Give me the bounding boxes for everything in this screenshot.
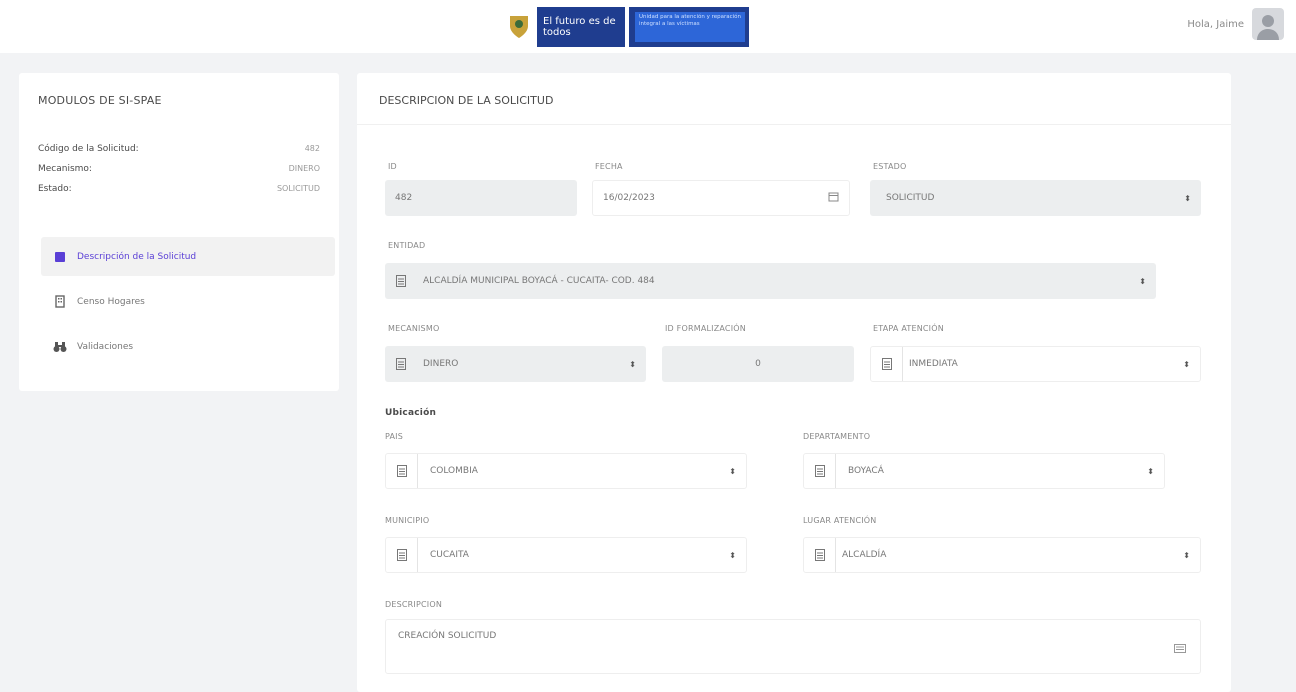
info-estado: Estado: SOLICITUD	[38, 184, 320, 194]
info-value: DINERO	[288, 164, 320, 173]
entidad-label: ENTIDAD	[388, 241, 426, 250]
fecha-value: 16/02/2023	[603, 193, 655, 203]
sidebar-item-label: Censo Hogares	[77, 296, 145, 307]
etapa-atencion-label: ETAPA ATENCIÓN	[873, 324, 944, 333]
file-icon	[53, 250, 67, 264]
chevron-updown-icon: ⬍	[1183, 359, 1190, 369]
descripcion-value: CREACIÓN SOLICITUD	[398, 631, 497, 641]
logo-brand-text: El futuro es de todos	[543, 16, 616, 38]
logo-separator	[625, 7, 629, 47]
info-value: 482	[304, 144, 320, 153]
id-formalizacion-value: 0	[755, 359, 761, 369]
fecha-label: FECHA	[595, 162, 623, 171]
lugar-atencion-label: LUGAR ATENCIÓN	[803, 516, 877, 525]
coat-of-arms-icon	[501, 7, 537, 47]
ubicacion-heading: Ubicación	[385, 408, 437, 418]
avatar[interactable]	[1252, 8, 1284, 40]
municipio-value: CUCAITA	[430, 550, 469, 560]
list-icon	[386, 538, 418, 572]
chevron-updown-icon: ⬍	[1183, 550, 1190, 560]
list-icon	[804, 538, 836, 572]
keyboard-icon	[1174, 644, 1186, 656]
binoculars-icon	[53, 340, 67, 354]
info-label: Mecanismo:	[38, 164, 92, 174]
municipio-select[interactable]: CUCAITA ⬍	[385, 537, 747, 573]
sidebar-item-descripcion[interactable]: Descripción de la Solicitud	[41, 237, 335, 276]
building-icon	[53, 295, 67, 309]
pais-value: COLOMBIA	[430, 466, 478, 476]
sidebar-item-censo-hogares[interactable]: Censo Hogares	[41, 282, 335, 321]
mecanismo-value: DINERO	[423, 359, 459, 369]
departamento-value: BOYACÁ	[848, 466, 884, 476]
lugar-atencion-value: ALCALDÍA	[842, 550, 887, 560]
id-formalizacion-label: ID FORMALIZACIÓN	[665, 324, 746, 333]
info-value: SOLICITUD	[276, 184, 320, 193]
estado-label: ESTADO	[873, 162, 907, 171]
modules-sidebar: MODULOS DE SI-SPAE Código de la Solicitu…	[19, 73, 339, 391]
chevron-updown-icon: ⬍	[1147, 466, 1154, 476]
sidebar-item-label: Descripción de la Solicitud	[77, 251, 197, 262]
top-bar: El futuro es de todos Unidad para la ate…	[0, 0, 1296, 53]
sidebar-title: MODULOS DE SI-SPAE	[38, 94, 162, 107]
id-value: 482	[395, 193, 413, 203]
descripcion-label: DESCRIPCION	[385, 600, 443, 609]
descripcion-textarea[interactable]: CREACIÓN SOLICITUD	[385, 619, 1201, 674]
id-formalizacion-field[interactable]: 0	[662, 346, 854, 382]
list-icon	[385, 346, 417, 382]
mecanismo-select[interactable]: DINERO ⬍	[385, 346, 646, 382]
pais-label: PAIS	[385, 432, 404, 441]
government-logo: El futuro es de todos Unidad para la ate…	[501, 7, 749, 47]
estado-value: SOLICITUD	[886, 193, 935, 203]
estado-select[interactable]: SOLICITUD ⬍	[870, 180, 1201, 216]
info-label: Estado:	[38, 184, 72, 194]
entidad-value: ALCALDÍA MUNICIPAL BOYACÁ - CUCAITA- COD…	[423, 276, 655, 286]
list-icon	[871, 347, 903, 381]
municipio-label: MUNICIPIO	[385, 516, 430, 525]
solicitud-description-panel: DESCRIPCION DE LA SOLICITUD ID 482 FECHA…	[357, 73, 1231, 692]
sidebar-item-validaciones[interactable]: Validaciones	[41, 327, 335, 366]
pais-select[interactable]: COLOMBIA ⬍	[385, 453, 747, 489]
list-icon	[804, 454, 836, 488]
mecanismo-label: MECANISMO	[388, 324, 440, 333]
page-title: DESCRIPCION DE LA SOLICITUD	[379, 94, 554, 107]
lugar-atencion-select[interactable]: ALCALDÍA ⬍	[803, 537, 1201, 573]
calendar-icon[interactable]	[828, 191, 839, 205]
list-icon	[385, 263, 417, 299]
departamento-select[interactable]: BOYACÁ ⬍	[803, 453, 1165, 489]
user-greeting: Hola, Jaime	[1187, 18, 1244, 30]
panel-header: DESCRIPCION DE LA SOLICITUD	[357, 73, 1231, 125]
chevron-updown-icon: ⬍	[729, 550, 736, 560]
etapa-atencion-select[interactable]: INMEDIATA ⬍	[870, 346, 1201, 382]
user-icon	[1257, 15, 1279, 40]
list-icon	[386, 454, 418, 488]
info-codigo: Código de la Solicitud: 482	[38, 144, 320, 154]
chevron-updown-icon: ⬍	[1184, 193, 1191, 203]
id-field[interactable]: 482	[385, 180, 577, 216]
info-label: Código de la Solicitud:	[38, 144, 139, 154]
logo-unit-text: Unidad para la atención y reparación int…	[635, 12, 745, 42]
fecha-date-input[interactable]: 16/02/2023	[592, 180, 850, 216]
user-menu[interactable]: Hola, Jaime	[1187, 8, 1284, 40]
etapa-atencion-value: INMEDIATA	[909, 359, 958, 369]
chevron-updown-icon: ⬍	[729, 466, 736, 476]
entidad-select[interactable]: ALCALDÍA MUNICIPAL BOYACÁ - CUCAITA- COD…	[385, 263, 1156, 299]
departamento-label: DEPARTAMENTO	[803, 432, 871, 441]
chevron-updown-icon: ⬍	[629, 359, 636, 369]
id-label: ID	[388, 162, 397, 171]
sidebar-item-label: Validaciones	[77, 341, 134, 352]
chevron-updown-icon: ⬍	[1139, 276, 1146, 286]
info-mecanismo: Mecanismo: DINERO	[38, 164, 320, 174]
